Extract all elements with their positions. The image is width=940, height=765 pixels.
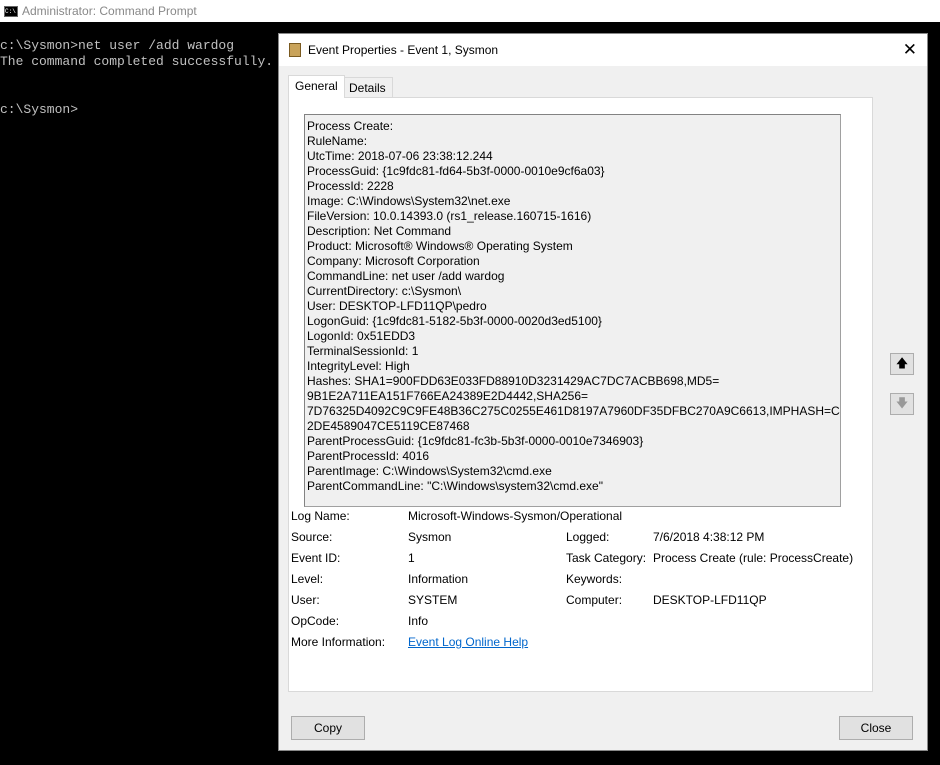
description-line: ParentImage: C:\Windows\System32\cmd.exe: [307, 464, 552, 478]
description-line: 2DE4589047CE5119CE87468: [307, 419, 470, 433]
description-line: RuleName:: [307, 134, 368, 148]
logged-value: 7/6/2018 4:38:12 PM: [653, 530, 765, 544]
description-line: 7D76325D4092C9C9FE48B36C275C0255E461D819…: [307, 404, 841, 418]
description-line: CurrentDirectory: c:\Sysmon\: [307, 284, 462, 298]
level-label: Level:: [291, 572, 324, 586]
console-output[interactable]: c:\Sysmon>net user /add wardog The comman…: [0, 38, 273, 118]
opcode-value: Info: [408, 614, 429, 628]
more-label: More Information:: [291, 635, 386, 649]
user-value: SYSTEM: [408, 593, 458, 607]
source-value: Sysmon: [408, 530, 452, 544]
tab-general[interactable]: General: [288, 75, 345, 98]
log-name-value: Microsoft-Windows-Sysmon/Operational: [408, 509, 623, 523]
description-line: LogonGuid: {1c9fdc81-5182-5b3f-0000-0020…: [307, 314, 602, 328]
description-line: FileVersion: 10.0.14393.0 (rs1_release.1…: [307, 209, 592, 223]
description-line: ParentProcessGuid: {1c9fdc81-fc3b-5b3f-0…: [307, 434, 644, 448]
description-line: Hashes: SHA1=900FDD63E033FD88910D3231429…: [307, 374, 720, 388]
event-description[interactable]: Process Create: RuleName: UtcTime: 2018-07…: [304, 114, 841, 507]
arrow-up-icon[interactable]: 🡅: [890, 353, 914, 375]
dialog-title: Event Properties - Event 1, Sysmon: [308, 43, 499, 57]
event-log-online-help-link[interactable]: Event Log Online Help: [408, 635, 528, 649]
description-line: User: DESKTOP-LFD11QP\pedro: [307, 299, 487, 313]
description-line: ParentCommandLine: "C:\Windows\system32\…: [307, 479, 603, 493]
close-button[interactable]: Close: [839, 716, 913, 740]
description-line: TerminalSessionId: 1: [307, 344, 419, 358]
description-line: IntegrityLevel: High: [307, 359, 410, 373]
task-value: Process Create (rule: ProcessCreate): [653, 551, 854, 565]
description-line: ProcessId: 2228: [307, 179, 394, 193]
description-line: CommandLine: net user /add wardog: [307, 269, 505, 283]
description-line: ProcessGuid: {1c9fdc81-fd64-5b3f-0000-00…: [307, 164, 605, 178]
event-id-label: Event ID:: [291, 551, 341, 565]
cmd-icon: C:\: [4, 5, 18, 17]
console-line: The command completed successfully.: [0, 54, 274, 69]
description-line: UtcTime: 2018-07-06 23:38:12.244: [307, 149, 493, 163]
user-label: User:: [291, 593, 320, 607]
source-label: Source:: [291, 530, 333, 544]
description-line: ParentProcessId: 4016: [307, 449, 430, 463]
level-value: Information: [408, 572, 469, 586]
computer-label: Computer:: [566, 593, 623, 607]
event-viewer-icon: [289, 43, 301, 57]
general-panel: Process Create: RuleName: UtcTime: 2018-07…: [288, 97, 873, 692]
console-line: c:\Sysmon>: [0, 102, 79, 117]
description-line: Product: Microsoft® Windows® Operating S…: [307, 239, 573, 253]
computer-value: DESKTOP-LFD11QP: [653, 593, 767, 607]
arrow-down-icon[interactable]: 🡇: [890, 393, 914, 415]
event-properties-dialog: Event Properties - Event 1, Sysmon ✕ Deta…: [278, 33, 928, 751]
description-line: Description: Net Command: [307, 224, 452, 238]
close-icon[interactable]: ✕: [903, 40, 917, 60]
log-name-label: Log Name:: [291, 509, 350, 523]
event-id-value: 1: [408, 551, 415, 565]
description-line: 9B1E2A711EA151F766EA24389E2D4442,SHA256=: [307, 389, 588, 403]
description-line: Process Create:: [307, 119, 394, 133]
description-line: LogonId: 0x51EDD3: [307, 329, 416, 343]
description-line: Company: Microsoft Corporation: [307, 254, 480, 268]
task-label: Task Category:: [566, 551, 647, 565]
opcode-label: OpCode:: [291, 614, 340, 628]
console-line: c:\Sysmon>net user /add wardog: [0, 38, 235, 53]
keywords-label: Keywords:: [566, 572, 623, 586]
tab-details[interactable]: Details: [342, 77, 393, 98]
cmd-title: Administrator: Command Prompt: [22, 4, 197, 18]
description-line: Image: C:\Windows\System32\net.exe: [307, 194, 511, 208]
cmd-title-bar: C:\ Administrator: Command Prompt: [0, 0, 940, 22]
dialog-title-bar: Event Properties - Event 1, Sysmon ✕: [279, 34, 927, 66]
copy-button[interactable]: Copy: [291, 716, 365, 740]
logged-label: Logged:: [566, 530, 610, 544]
